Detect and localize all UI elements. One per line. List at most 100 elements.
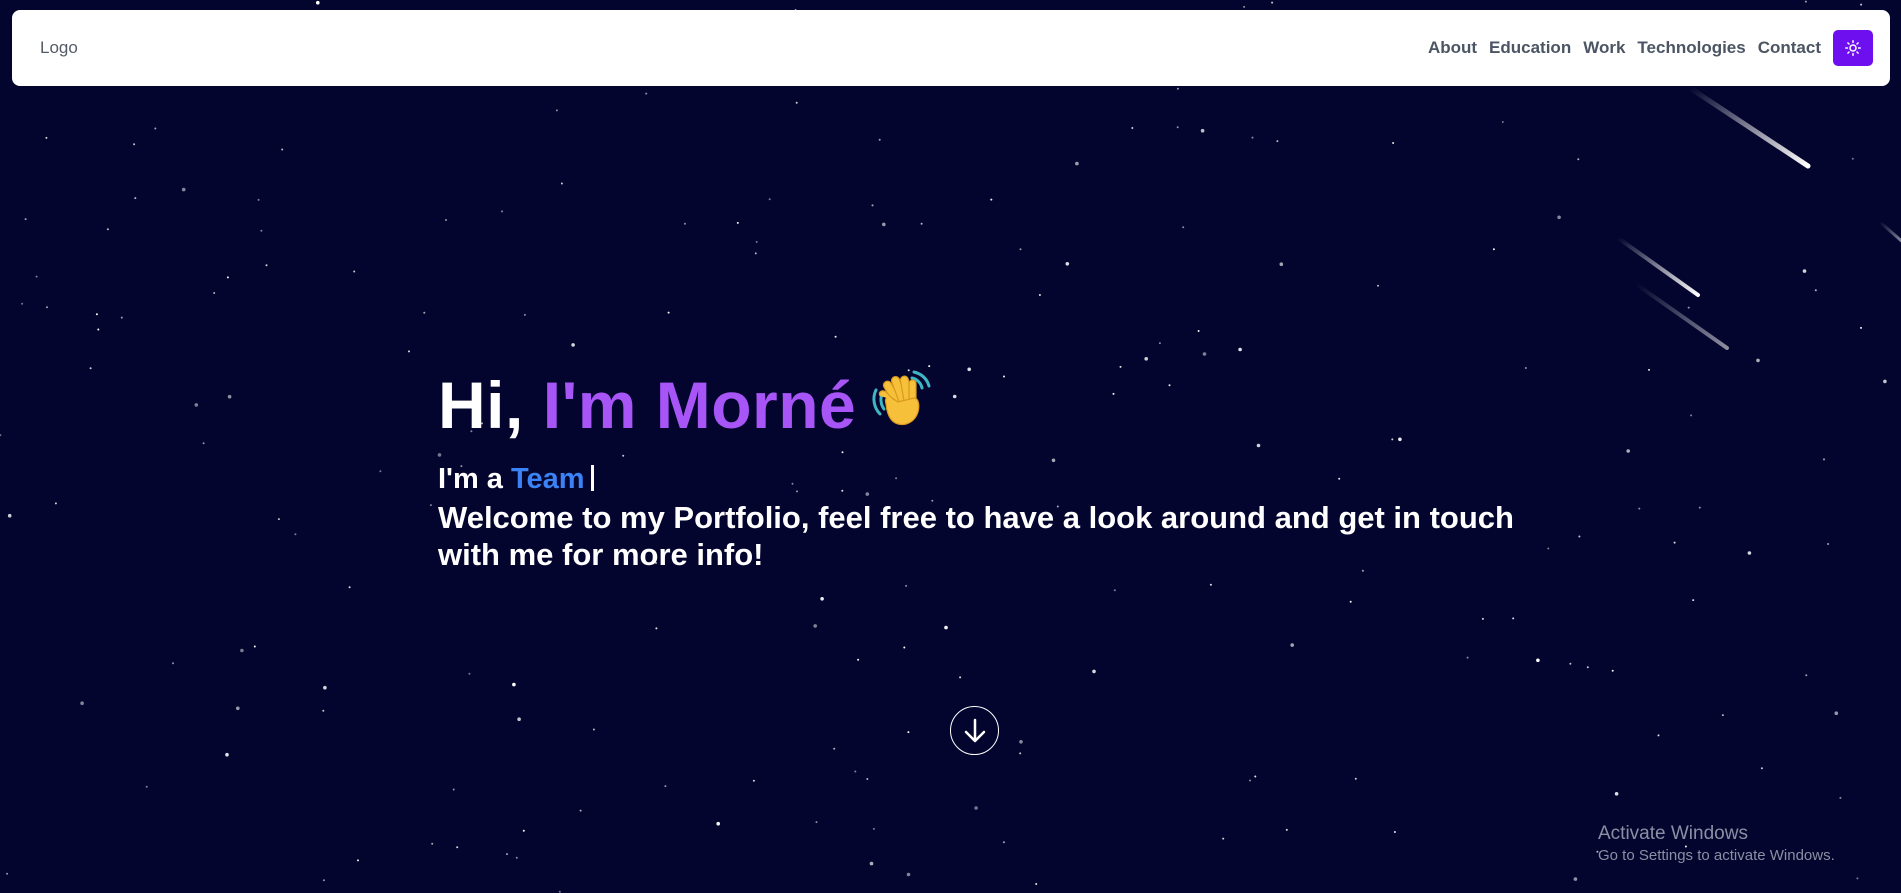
star <box>768 198 771 201</box>
star <box>145 785 148 788</box>
typed-prefix: I'm a <box>438 463 511 496</box>
star <box>89 367 92 370</box>
star <box>667 311 670 314</box>
star <box>664 785 667 788</box>
star <box>1805 674 1808 677</box>
activation-title: Activate Windows <box>1598 823 1748 844</box>
star <box>1158 342 1161 345</box>
star <box>1238 347 1242 352</box>
star <box>120 316 123 319</box>
star <box>316 0 320 5</box>
shooting-star <box>1634 282 1729 350</box>
star <box>645 92 648 95</box>
star <box>1760 767 1763 770</box>
star <box>1492 248 1495 251</box>
star <box>1197 330 1200 332</box>
navbar: Logo About Education Work Technologies C… <box>12 10 1890 86</box>
scroll-down-button[interactable] <box>950 706 999 755</box>
star <box>227 394 232 399</box>
star <box>882 222 886 227</box>
nav-link-work[interactable]: Work <box>1583 38 1625 58</box>
theme-toggle-button[interactable] <box>1833 30 1873 66</box>
star <box>1557 215 1561 220</box>
star <box>172 662 174 665</box>
nav-link-contact[interactable]: Contact <box>1758 38 1821 58</box>
star <box>456 846 459 849</box>
star <box>323 685 327 690</box>
star <box>202 442 205 445</box>
star <box>225 752 229 757</box>
star <box>1687 306 1690 309</box>
star <box>294 533 297 536</box>
star <box>54 502 57 505</box>
star <box>45 136 48 139</box>
star <box>1092 669 1096 674</box>
star <box>906 872 911 877</box>
star <box>1176 87 1179 90</box>
star <box>1692 599 1695 602</box>
star <box>869 861 874 866</box>
waving-hand-icon <box>870 368 932 445</box>
hero-heading: Hi, I'm Morné <box>438 367 1538 449</box>
star <box>1285 828 1288 831</box>
nav-link-about[interactable]: About <box>1428 38 1477 58</box>
shooting-star <box>1878 220 1901 243</box>
star <box>515 856 518 859</box>
star <box>974 806 978 810</box>
star <box>1690 414 1693 417</box>
nav-link-technologies[interactable]: Technologies <box>1637 38 1745 58</box>
nav-link-education[interactable]: Education <box>1489 38 1571 58</box>
typing-caret <box>590 465 594 492</box>
star <box>1019 752 1022 755</box>
star <box>1827 543 1830 545</box>
star <box>194 403 199 407</box>
star <box>1834 711 1839 715</box>
star <box>452 788 455 791</box>
star <box>1638 507 1641 510</box>
star <box>517 717 521 721</box>
star <box>1222 837 1225 840</box>
star <box>1354 777 1357 780</box>
star <box>1393 831 1396 833</box>
star <box>506 853 508 856</box>
star <box>655 627 658 630</box>
hero-greeting: Hi, <box>438 368 543 442</box>
star <box>592 728 595 731</box>
star <box>571 343 575 347</box>
star <box>408 350 410 353</box>
star <box>277 518 280 521</box>
nav-links: About Education Work Technologies Contac… <box>1416 30 1873 66</box>
star <box>1251 136 1254 139</box>
star <box>1883 379 1887 384</box>
star <box>1721 714 1724 717</box>
star <box>1501 121 1504 123</box>
star <box>523 313 526 316</box>
star <box>429 504 432 507</box>
star <box>1279 262 1284 267</box>
star <box>716 821 720 826</box>
star <box>512 682 516 687</box>
star <box>820 597 824 601</box>
star <box>1349 600 1352 603</box>
star <box>265 264 268 267</box>
logo[interactable]: Logo <box>40 38 78 58</box>
star <box>1814 289 1817 292</box>
star <box>1578 535 1581 538</box>
star <box>240 648 244 653</box>
star <box>1144 357 1148 361</box>
star <box>353 270 356 273</box>
star <box>1038 294 1041 296</box>
star <box>878 138 881 141</box>
star <box>1019 248 1022 251</box>
star <box>1254 775 1257 778</box>
star <box>1756 358 1760 363</box>
star <box>1065 262 1070 266</box>
star <box>1176 126 1179 129</box>
shooting-star <box>1616 236 1700 297</box>
star <box>1019 740 1023 744</box>
star <box>1802 269 1807 273</box>
star <box>833 747 836 750</box>
star <box>813 624 817 628</box>
star <box>1611 669 1614 672</box>
star <box>1209 583 1212 586</box>
